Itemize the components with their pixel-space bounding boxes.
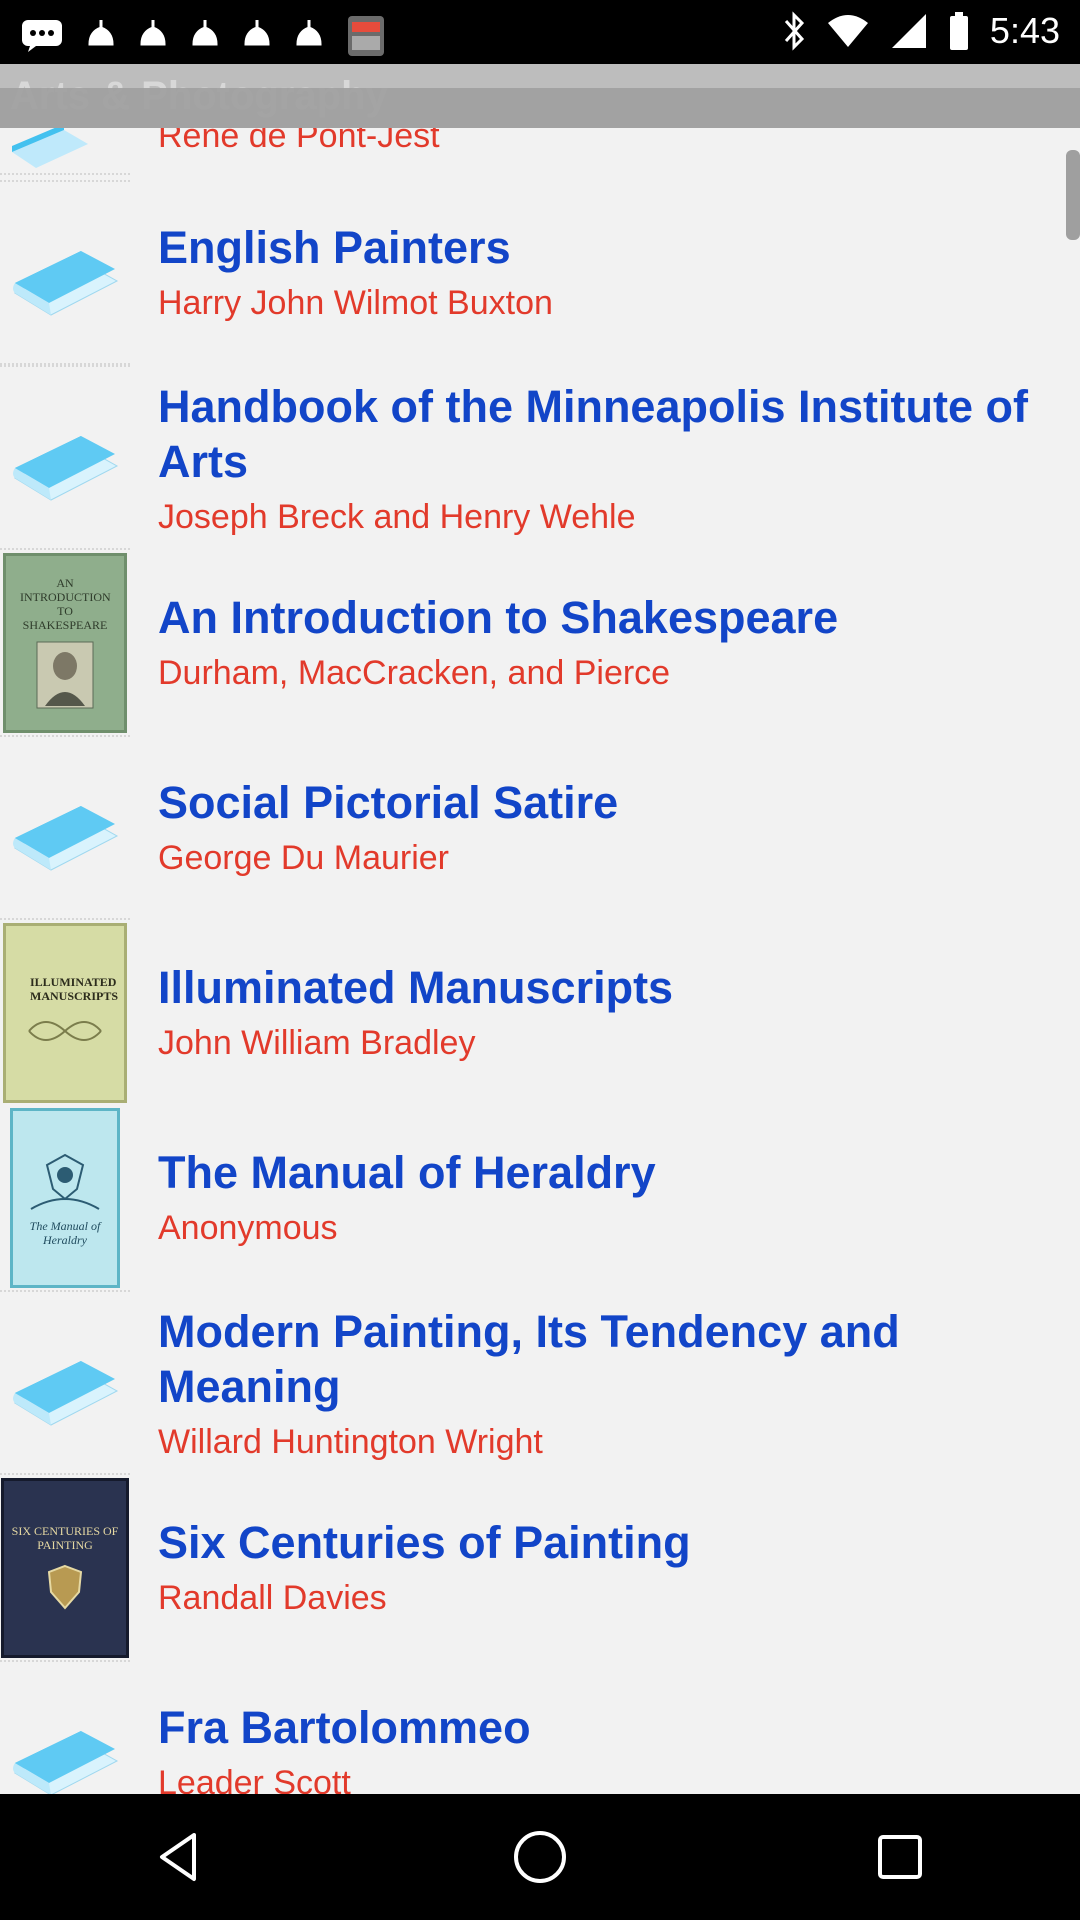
cover-text: The Manual of Heraldry	[29, 1218, 101, 1247]
book-author: Randall Davies	[158, 1579, 387, 1617]
cover-text: ILLUMINATED MANUSCRIPTS	[30, 974, 119, 1003]
ornament-icon	[28, 1020, 102, 1041]
book-author: Leader Scott	[158, 1764, 351, 1794]
clock: 5:43	[989, 10, 1060, 51]
book-author: Harry John Wilmot Buxton	[158, 284, 553, 322]
list-item[interactable]: SIX CENTURIES OF PAINTING Six Centuries …	[0, 1475, 1080, 1662]
list-item[interactable]: English Painters Harry John Wilmot Buxto…	[0, 180, 1080, 367]
signal-icon	[890, 12, 928, 50]
book-author: George Du Maurier	[158, 839, 450, 877]
book-author: Willard Huntington Wright	[158, 1423, 543, 1461]
news-app-icon	[346, 14, 386, 58]
cover-text: AN INTRODUCTION TO SHAKESPEARE	[20, 575, 111, 632]
notification-icon	[294, 18, 324, 54]
recents-icon	[878, 1835, 922, 1879]
book-thumbnail	[0, 180, 130, 365]
home-button[interactable]	[480, 1797, 600, 1917]
book-list: René de Pont-Jest English Painters Harry…	[0, 0, 1080, 1794]
notification-icon	[86, 18, 116, 54]
book-author: Durham, MacCracken, and Pierce	[158, 654, 671, 692]
status-bar: 5:43	[0, 0, 1080, 64]
book-cover: ILLUMINATED MANUSCRIPTS	[3, 922, 127, 1103]
book-thumbnail: ILLUMINATED MANUSCRIPTS	[0, 920, 130, 1105]
recents-button[interactable]	[840, 1797, 960, 1917]
list-item[interactable]: Modern Painting, Its Tendency and Meanin…	[0, 1290, 1080, 1477]
book-title: Handbook of the Minneapolis Institute of…	[158, 381, 1028, 487]
book-thumbnail: AN INTRODUCTION TO SHAKESPEARE	[0, 550, 130, 735]
book-cover: AN INTRODUCTION TO SHAKESPEARE	[3, 552, 127, 733]
shield-icon	[47, 1564, 83, 1610]
book-thumbnail	[0, 365, 130, 550]
book-thumbnail: The Manual of Heraldry	[0, 1105, 130, 1290]
list-item[interactable]: Handbook of the Minneapolis Institute of…	[0, 365, 1080, 552]
book-title: The Manual of Heraldry	[158, 1147, 656, 1198]
bluetooth-icon	[782, 11, 806, 51]
portrait-icon	[36, 641, 94, 708]
home-icon	[514, 1831, 566, 1883]
book-title: Fra Bartolommeo	[158, 1702, 531, 1753]
notification-icon	[138, 18, 168, 54]
list-item[interactable]: AN INTRODUCTION TO SHAKESPEARE An Introd…	[0, 550, 1080, 737]
book-title: Six Centuries of Painting	[158, 1517, 691, 1568]
back-button[interactable]	[120, 1797, 240, 1917]
list-item[interactable]: The Manual of Heraldry The Manual of Her…	[0, 1105, 1080, 1292]
list-item[interactable]: Social Pictorial Satire George Du Maurie…	[0, 735, 1080, 922]
book-cover: The Manual of Heraldry	[10, 1107, 120, 1288]
book-author: John William Bradley	[158, 1024, 476, 1062]
book-cover: SIX CENTURIES OF PAINTING	[1, 1477, 129, 1658]
book-title: English Painters	[158, 222, 511, 273]
book-title: Illuminated Manuscripts	[158, 962, 674, 1013]
back-icon	[160, 1833, 196, 1881]
navigation-bar	[0, 1794, 1080, 1920]
book-author: Anonymous	[158, 1209, 338, 1247]
book-thumbnail	[0, 735, 130, 920]
book-thumbnail: SIX CENTURIES OF PAINTING	[0, 1475, 130, 1660]
list-item[interactable]: ILLUMINATED MANUSCRIPTS Illuminated Manu…	[0, 920, 1080, 1107]
wifi-icon	[826, 13, 870, 49]
heraldry-crest-icon	[30, 1153, 100, 1210]
book-thumbnail	[0, 1290, 130, 1475]
app-bar: Arts & Photography	[0, 64, 1080, 128]
book-title: Modern Painting, Its Tendency and Meanin…	[158, 1306, 900, 1412]
chat-icon	[20, 18, 64, 54]
list-item[interactable]: Fra Bartolommeo Leader Scott	[0, 1660, 1080, 1794]
battery-icon	[948, 11, 970, 51]
scrollbar[interactable]	[1066, 150, 1080, 240]
notification-icon	[242, 18, 272, 54]
book-author: Joseph Breck and Henry Wehle	[158, 498, 636, 536]
cover-text: SIX CENTURIES OF PAINTING	[11, 1523, 119, 1552]
book-title: An Introduction to Shakespeare	[158, 592, 839, 643]
book-thumbnail	[0, 1660, 130, 1794]
notification-icon	[190, 18, 220, 54]
book-title: Social Pictorial Satire	[158, 777, 619, 828]
